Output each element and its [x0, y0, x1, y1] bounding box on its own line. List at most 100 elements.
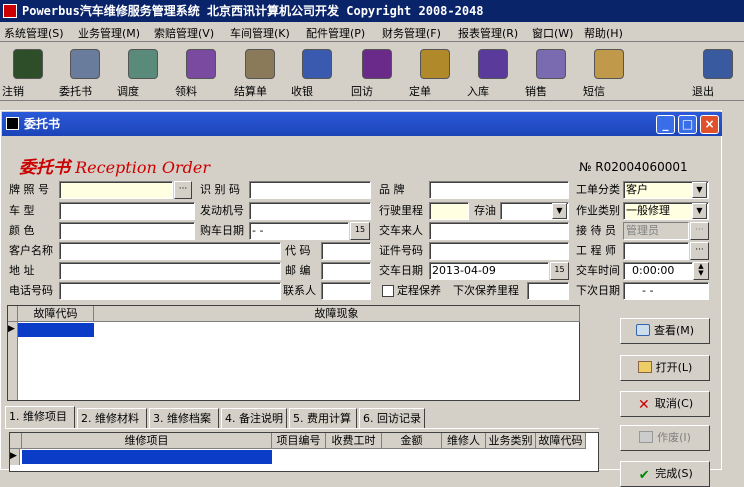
- mileage-input[interactable]: [429, 202, 469, 220]
- menu-help[interactable]: 帮助(H): [584, 25, 623, 41]
- repair-grid[interactable]: 维修项目 项目编号 收费工时 金额 维修人 业务类别 故障代码 ▶: [9, 432, 599, 472]
- tab-remarks[interactable]: 4. 备注说明: [221, 408, 287, 428]
- menu-window[interactable]: 窗口(W): [532, 25, 573, 41]
- contact-input[interactable]: [321, 282, 371, 300]
- customer-input[interactable]: [59, 242, 281, 260]
- app-icon: [3, 4, 17, 18]
- view-button[interactable]: 查看(M): [620, 318, 710, 344]
- fault-grid-header-symptom[interactable]: 故障现象: [94, 306, 580, 322]
- toolbar-cashier-button[interactable]: 收银: [291, 47, 343, 99]
- fault-grid-selected-cell[interactable]: [18, 323, 94, 337]
- fuel-dropdown-icon[interactable]: ▼: [552, 203, 567, 219]
- tab-repair-materials[interactable]: 2. 维修材料: [77, 408, 147, 428]
- deliver-time-input[interactable]: 0:00:00: [623, 262, 693, 280]
- repair-grid-header-labor[interactable]: 收费工时: [326, 433, 382, 449]
- postal-input[interactable]: [321, 262, 371, 280]
- toolbar-dispatch-button[interactable]: 调度: [117, 47, 169, 99]
- buy-date-label: 购车日期: [200, 224, 244, 237]
- engineer-input[interactable]: [623, 242, 689, 260]
- id-number-input[interactable]: [429, 242, 569, 260]
- fault-grid-corner: [8, 306, 18, 322]
- mileage-label: 行驶里程: [379, 204, 423, 217]
- plate-label: 牌 照 号: [9, 183, 49, 196]
- regular-maint-checkbox[interactable]: [382, 285, 394, 297]
- cancel-button[interactable]: ✕ 取消(C): [620, 391, 710, 417]
- repair-grid-header-repairer[interactable]: 维修人: [442, 433, 486, 449]
- complete-button[interactable]: ✔ 完成(S): [620, 461, 710, 487]
- code-input[interactable]: [321, 242, 371, 260]
- car-type-input[interactable]: [59, 202, 195, 220]
- deliverer-label: 交车来人: [379, 224, 423, 237]
- cashier-icon: [302, 49, 332, 79]
- order-icon: [420, 49, 450, 79]
- deliverer-input[interactable]: [429, 222, 569, 240]
- engine-input[interactable]: [249, 202, 371, 220]
- trash-icon: [639, 431, 654, 443]
- toolbar-revisit-button[interactable]: 回访: [351, 47, 403, 99]
- phone-input[interactable]: [59, 282, 281, 300]
- toolbar-sms-button[interactable]: 短信: [583, 47, 635, 99]
- customer-label: 客户名称: [9, 244, 53, 257]
- repair-grid-header-item-no[interactable]: 项目编号: [272, 433, 326, 449]
- toolbar-sales-button[interactable]: 销售: [525, 47, 577, 99]
- menu-finance[interactable]: 财务管理(F): [382, 25, 441, 41]
- repair-grid-selected-cell[interactable]: [22, 450, 272, 464]
- job-type-dropdown-icon[interactable]: ▼: [692, 203, 707, 219]
- toolbar-order-button[interactable]: 定单: [409, 47, 461, 99]
- dispatch-icon: [128, 49, 158, 79]
- deliver-time-spinner[interactable]: ▲ ▼: [693, 262, 709, 280]
- toolbar-entrust-button[interactable]: 委托书: [59, 47, 111, 99]
- plate-lookup-button[interactable]: ···: [174, 181, 192, 199]
- tab-repair-items[interactable]: 1. 维修项目: [5, 406, 75, 428]
- tab-cost-calc[interactable]: 5. 费用计算: [289, 408, 357, 428]
- receiver-input: 管理员: [623, 222, 689, 240]
- repair-grid-header-fault-code[interactable]: 故障代码: [536, 433, 586, 449]
- plate-input[interactable]: [59, 181, 173, 199]
- tab-revisit-records[interactable]: 6. 回访记录: [359, 408, 425, 428]
- code-label: 代 码: [285, 244, 311, 257]
- toolbar-logout-button[interactable]: 注销: [2, 47, 54, 99]
- sms-icon: [594, 49, 624, 79]
- fault-grid-header-code[interactable]: 故障代码: [18, 306, 94, 322]
- brand-label: 品 牌: [379, 183, 405, 196]
- color-input[interactable]: [59, 222, 195, 240]
- fault-grid[interactable]: 故障代码 故障现象 ▶: [7, 305, 580, 401]
- brand-input[interactable]: [429, 181, 569, 199]
- tab-repair-records[interactable]: 3. 维修档案: [149, 408, 219, 428]
- repair-grid-header-item[interactable]: 维修项目: [22, 433, 272, 449]
- deliver-date-input[interactable]: 2013-04-09: [429, 262, 549, 280]
- repair-grid-header-amount[interactable]: 金额: [382, 433, 442, 449]
- repair-grid-header-biz-type[interactable]: 业务类别: [486, 433, 536, 449]
- next-maint-input[interactable]: [527, 282, 569, 300]
- buy-date-input[interactable]: - -: [249, 222, 349, 240]
- menu-report[interactable]: 报表管理(R): [458, 25, 518, 41]
- vin-input[interactable]: [249, 181, 371, 199]
- fault-grid-row-indicator: ▶: [8, 322, 18, 338]
- menu-workshop[interactable]: 车间管理(K): [230, 25, 290, 41]
- menu-parts[interactable]: 配件管理(P): [306, 25, 365, 41]
- view-icon: [635, 324, 650, 336]
- fault-grid-indicator-column: [8, 338, 18, 400]
- toolbar-exit-button[interactable]: 退出: [692, 47, 744, 99]
- open-folder-icon: [637, 361, 652, 373]
- menu-system[interactable]: 系统管理(S): [4, 25, 64, 41]
- toolbar-warehouse-button[interactable]: 入库: [467, 47, 519, 99]
- next-date-input[interactable]: - -: [623, 282, 709, 300]
- address-input[interactable]: [59, 262, 281, 280]
- sales-icon: [536, 49, 566, 79]
- logout-icon: [13, 49, 43, 79]
- repair-grid-row-indicator: ▶: [10, 449, 20, 465]
- check-icon: ✔: [638, 468, 650, 483]
- open-button[interactable]: 打开(L): [620, 355, 710, 381]
- deliver-date-calendar-button[interactable]: 15: [550, 262, 569, 280]
- deliver-date-label: 交车日期: [379, 264, 423, 277]
- menu-business[interactable]: 业务管理(M): [78, 25, 140, 41]
- buy-date-calendar-button[interactable]: 15: [350, 222, 370, 240]
- app-title: Powerbus汽车维修服务管理系统 北京西讯计算机公司开发 Copyright…: [22, 4, 484, 18]
- toolbar-settlement-button[interactable]: 结算单: [234, 47, 286, 99]
- order-class-dropdown-icon[interactable]: ▼: [692, 182, 707, 198]
- engineer-lookup-button[interactable]: ···: [690, 242, 709, 260]
- toolbar-material-button[interactable]: 领料: [175, 47, 227, 99]
- id-number-label: 证件号码: [379, 244, 423, 257]
- menu-claim[interactable]: 索赔管理(V): [154, 25, 214, 41]
